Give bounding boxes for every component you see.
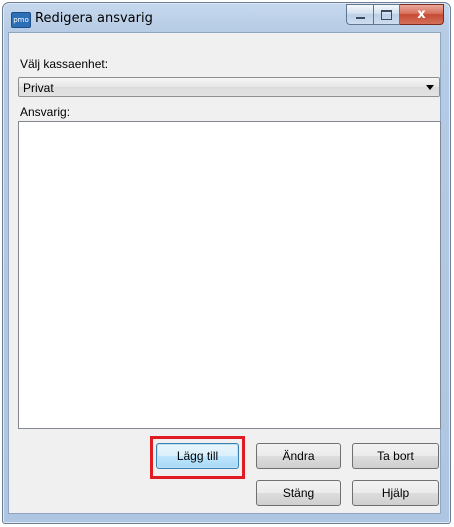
close-button[interactable]: Stäng bbox=[256, 480, 341, 506]
window-controls: x bbox=[346, 4, 444, 25]
cash-unit-dropdown[interactable]: Privat bbox=[18, 77, 440, 97]
responsible-label: Ansvarig: bbox=[20, 105, 71, 119]
title-bar[interactable]: pmo Redigera ansvarig x bbox=[3, 3, 450, 35]
add-button[interactable]: Lägg till bbox=[156, 443, 239, 469]
remove-button[interactable]: Ta bort bbox=[352, 443, 439, 469]
maximize-button[interactable] bbox=[373, 4, 400, 25]
close-window-button[interactable]: x bbox=[400, 4, 444, 25]
responsible-list[interactable] bbox=[18, 121, 441, 429]
close-icon: x bbox=[417, 7, 426, 22]
cash-unit-label: Välj kassaenhet: bbox=[20, 57, 109, 71]
cash-unit-selected-value: Privat bbox=[23, 81, 54, 95]
edit-button[interactable]: Ändra bbox=[256, 443, 341, 469]
minimize-icon bbox=[355, 16, 365, 19]
minimize-button[interactable] bbox=[346, 4, 373, 25]
window-title: Redigera ansvarig bbox=[35, 11, 153, 26]
pmo-app-icon: pmo bbox=[11, 12, 31, 28]
help-button[interactable]: Hjälp bbox=[352, 480, 439, 506]
maximize-icon bbox=[381, 9, 392, 20]
dropdown-arrow-icon bbox=[426, 85, 434, 90]
